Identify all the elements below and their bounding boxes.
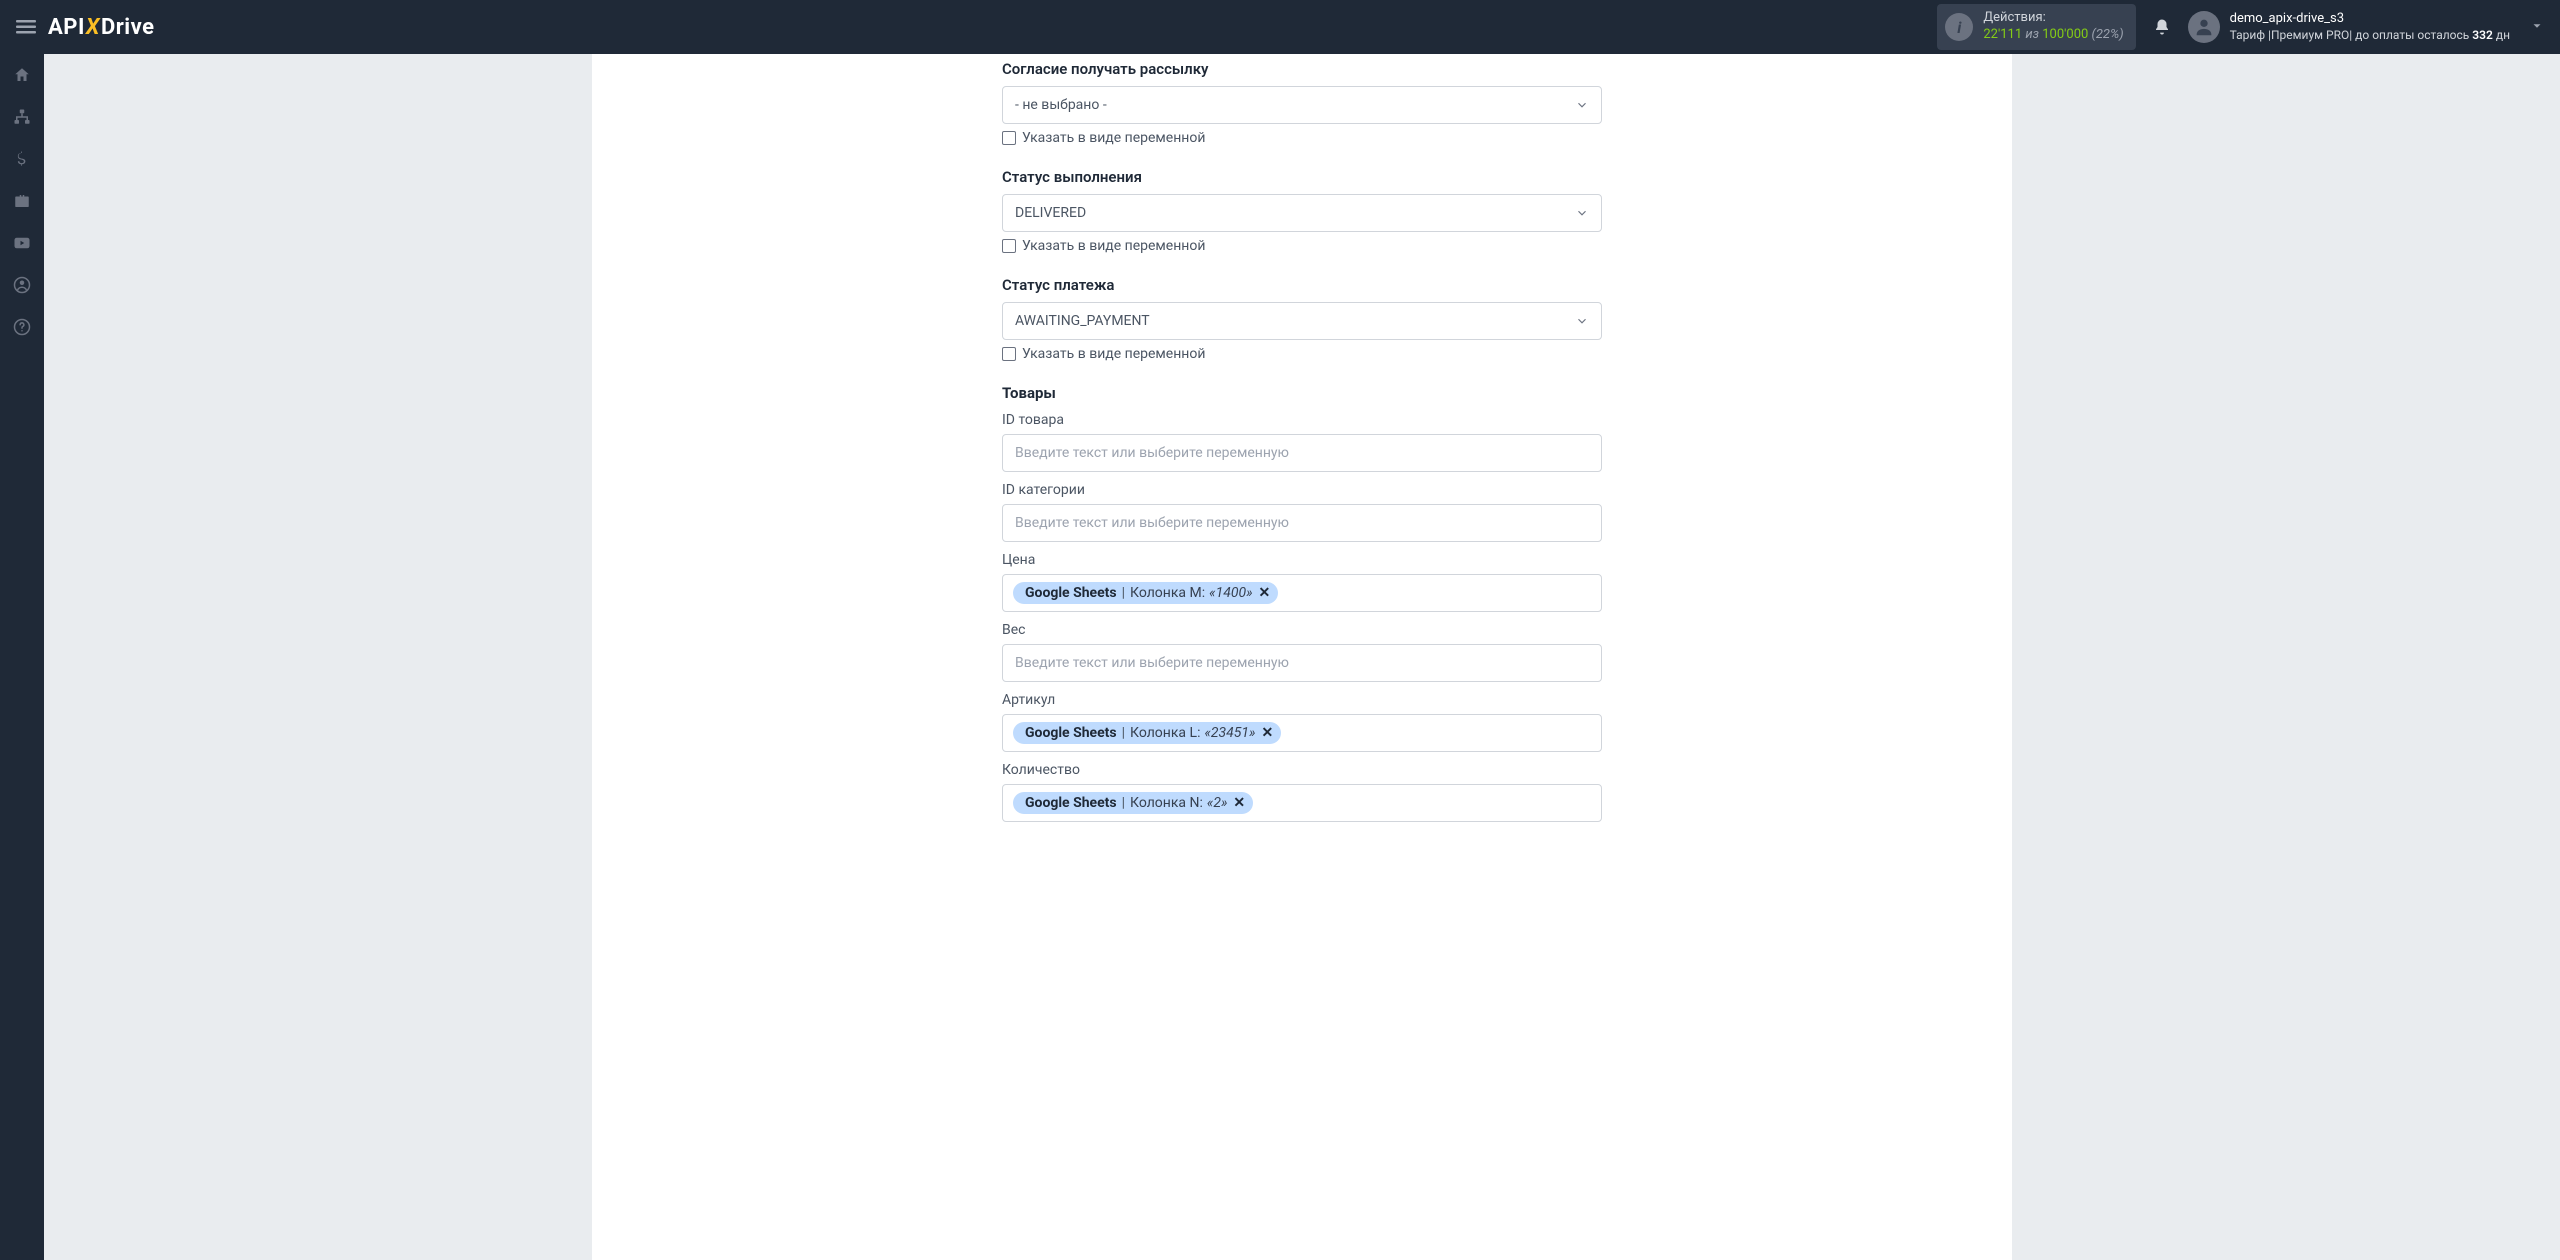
input-weight[interactable]: Введите текст или выберите переменную (1002, 644, 1602, 682)
input-placeholder: Введите текст или выберите переменную (1013, 511, 1291, 535)
checkbox-row: Указать в виде переменной (1002, 130, 1602, 146)
field-label: Статус платежа (1002, 276, 1602, 294)
user-name: demo_apix-drive_s3 (2230, 11, 2510, 28)
checkbox-as-variable[interactable] (1002, 347, 1016, 361)
youtube-icon (13, 234, 31, 252)
logo-x: X (86, 15, 100, 40)
field-label: Статус выполнения (1002, 168, 1602, 186)
user-dropdown-toggle[interactable] (2530, 18, 2544, 37)
input-placeholder: Введите текст или выберите переменную (1013, 441, 1291, 465)
input-quantity[interactable]: Google Sheets | Колонка N: «2» ✕ (1002, 784, 1602, 822)
user-icon (2193, 16, 2215, 38)
logo-api: API (48, 15, 85, 40)
sidebar-account[interactable] (0, 264, 44, 306)
app-logo[interactable]: API X Drive (48, 15, 155, 40)
input-price[interactable]: Google Sheets | Колонка M: «1400» ✕ (1002, 574, 1602, 612)
info-icon: i (1945, 13, 1973, 41)
sidebar-videos[interactable] (0, 222, 44, 264)
actions-values: 22'111 из 100'000 (22%) (1983, 27, 2123, 44)
sitemap-icon (13, 108, 31, 126)
label-category-id: ID категории (1002, 482, 1602, 498)
select-payment-status[interactable]: AWAITING_PAYMENT (1002, 302, 1602, 340)
chevron-down-icon (1575, 314, 1589, 328)
app-header: API X Drive i Действия: 22'111 из 100'00… (0, 0, 2560, 54)
avatar[interactable] (2188, 11, 2220, 43)
sidebar-billing[interactable] (0, 138, 44, 180)
user-circle-icon (13, 276, 31, 294)
label-sku: Артикул (1002, 692, 1602, 708)
menu-button[interactable] (8, 9, 44, 45)
label-price: Цена (1002, 552, 1602, 568)
content-area: Согласие получать рассылку - не выбрано … (44, 54, 2560, 1260)
checkbox-as-variable[interactable] (1002, 239, 1016, 253)
checkbox-label[interactable]: Указать в виде переменной (1022, 238, 1205, 254)
variable-tag[interactable]: Google Sheets | Колонка N: «2» ✕ (1013, 792, 1253, 814)
checkbox-label[interactable]: Указать в виде переменной (1022, 346, 1205, 362)
sidebar-connections[interactable] (0, 96, 44, 138)
label-product-id: ID товара (1002, 412, 1602, 428)
user-block[interactable]: demo_apix-drive_s3 Тариф |Премиум PRO| д… (2230, 11, 2510, 43)
help-icon (13, 318, 31, 336)
input-product-id[interactable]: Введите текст или выберите переменную (1002, 434, 1602, 472)
label-weight: Вес (1002, 622, 1602, 638)
actions-label: Действия: (1983, 10, 2123, 27)
select-value: - не выбрано - (1015, 97, 1575, 113)
chevron-down-icon (1575, 206, 1589, 220)
label-quantity: Количество (1002, 762, 1602, 778)
select-mailing-consent[interactable]: - не выбрано - (1002, 86, 1602, 124)
checkbox-row: Указать в виде переменной (1002, 346, 1602, 362)
bell-icon (2153, 18, 2171, 36)
select-value: DELIVERED (1015, 205, 1575, 221)
variable-tag[interactable]: Google Sheets | Колонка M: «1400» ✕ (1013, 582, 1278, 604)
hamburger-icon (16, 17, 36, 37)
input-category-id[interactable]: Введите текст или выберите переменную (1002, 504, 1602, 542)
input-sku[interactable]: Google Sheets | Колонка L: «23451» ✕ (1002, 714, 1602, 752)
notifications-button[interactable] (2142, 7, 2182, 47)
field-payment-status: Статус платежа AWAITING_PAYMENT Указать … (1002, 276, 1602, 362)
checkbox-label[interactable]: Указать в виде переменной (1022, 130, 1205, 146)
chevron-down-icon (2530, 19, 2544, 33)
field-execution-status: Статус выполнения DELIVERED Указать в ви… (1002, 168, 1602, 254)
sidebar-services[interactable] (0, 180, 44, 222)
field-label: Согласие получать рассылку (1002, 60, 1602, 78)
checkbox-as-variable[interactable] (1002, 131, 1016, 145)
select-execution-status[interactable]: DELIVERED (1002, 194, 1602, 232)
actions-counter[interactable]: i Действия: 22'111 из 100'000 (22%) (1937, 4, 2135, 50)
select-value: AWAITING_PAYMENT (1015, 313, 1575, 329)
section-products: Товары (1002, 384, 1602, 402)
dollar-icon (13, 150, 31, 168)
logo-drive: Drive (101, 15, 155, 40)
sidebar (0, 54, 44, 1260)
tag-remove-button[interactable]: ✕ (1233, 795, 1245, 811)
sidebar-home[interactable] (0, 54, 44, 96)
input-placeholder: Введите текст или выберите переменную (1013, 651, 1291, 675)
home-icon (13, 66, 31, 84)
field-mailing-consent: Согласие получать рассылку - не выбрано … (1002, 60, 1602, 146)
tag-remove-button[interactable]: ✕ (1259, 585, 1271, 601)
chevron-down-icon (1575, 98, 1589, 112)
user-tariff: Тариф |Премиум PRO| до оплаты осталось 3… (2230, 28, 2510, 44)
tag-remove-button[interactable]: ✕ (1262, 725, 1274, 741)
form-card: Согласие получать рассылку - не выбрано … (592, 54, 2012, 1260)
briefcase-icon (13, 192, 31, 210)
sidebar-help[interactable] (0, 306, 44, 348)
checkbox-row: Указать в виде переменной (1002, 238, 1602, 254)
variable-tag[interactable]: Google Sheets | Колонка L: «23451» ✕ (1013, 722, 1281, 744)
